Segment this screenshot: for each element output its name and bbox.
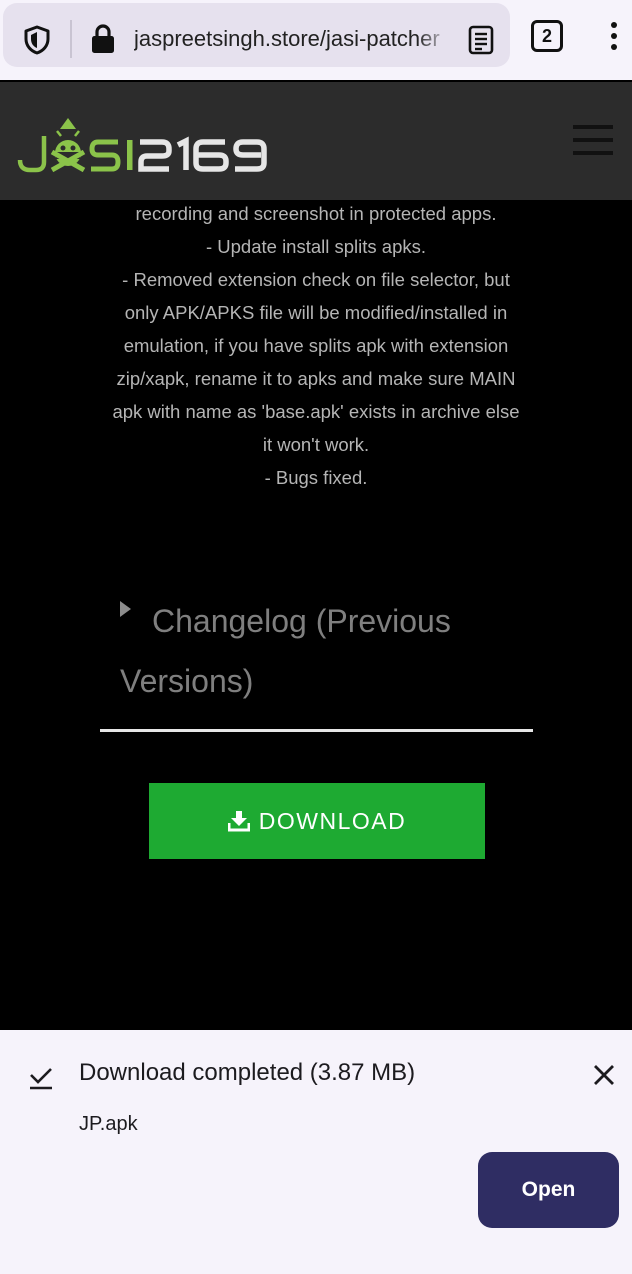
changelog-line: only APK/APKS file will be modified/inst…: [124, 302, 508, 323]
tabs-icon[interactable]: 2: [531, 20, 563, 52]
site-logo[interactable]: [16, 112, 276, 178]
download-icon: [227, 811, 250, 832]
changelog-notes: recording and screenshot in protected ap…: [98, 197, 534, 494]
screen: jaspreetsingh.store/jasi-patcher 2 recor…: [0, 0, 632, 1274]
changelog-line: - Bugs fixed.: [264, 467, 368, 488]
page-content: recording and screenshot in protected ap…: [0, 200, 632, 1030]
close-icon[interactable]: [592, 1063, 616, 1087]
lock-icon[interactable]: [90, 23, 116, 55]
changelog-line: it won't work.: [262, 434, 370, 455]
url-text[interactable]: jaspreetsingh.store/jasi-patcher: [134, 23, 447, 55]
reader-mode-icon[interactable]: [468, 25, 494, 55]
address-divider: [70, 20, 72, 58]
site-header: [0, 82, 632, 200]
changelog-line: - Removed extension check on file select…: [122, 269, 510, 290]
check-icon: [30, 1068, 52, 1090]
changelog-line: emulation, if you have splits apk with e…: [123, 335, 509, 356]
previous-versions-label-line1[interactable]: Changelog (Previous: [152, 591, 451, 651]
changelog-line: recording and screenshot in protected ap…: [135, 203, 497, 224]
expand-triangle-icon[interactable]: [120, 601, 131, 617]
section-divider: [100, 729, 533, 732]
download-button[interactable]: DOWNLOAD: [149, 783, 485, 859]
more-vert-icon[interactable]: [606, 22, 622, 52]
changelog-line: zip/xapk, rename it to apks and make sur…: [116, 368, 516, 389]
snackbar-filename: JP.apk: [79, 1113, 138, 1135]
changelog-line: apk with name as 'base.apk' exists in ar…: [112, 401, 520, 422]
previous-versions-label-line2[interactable]: Versions): [120, 651, 253, 711]
snackbar-title: Download completed (3.87 MB): [79, 1059, 416, 1086]
address-bar[interactable]: jaspreetsingh.store/jasi-patcher: [3, 3, 510, 67]
open-button[interactable]: Open: [478, 1152, 619, 1228]
shield-icon[interactable]: [23, 25, 51, 55]
changelog-line: - Update install splits apks.: [205, 236, 427, 257]
url-fade: [417, 17, 451, 61]
hamburger-icon[interactable]: [573, 125, 613, 155]
download-button-label: DOWNLOAD: [258, 807, 407, 834]
download-snackbar: Download completed (3.87 MB) JP.apk Open: [0, 1030, 632, 1274]
browser-toolbar: jaspreetsingh.store/jasi-patcher 2: [0, 0, 632, 80]
